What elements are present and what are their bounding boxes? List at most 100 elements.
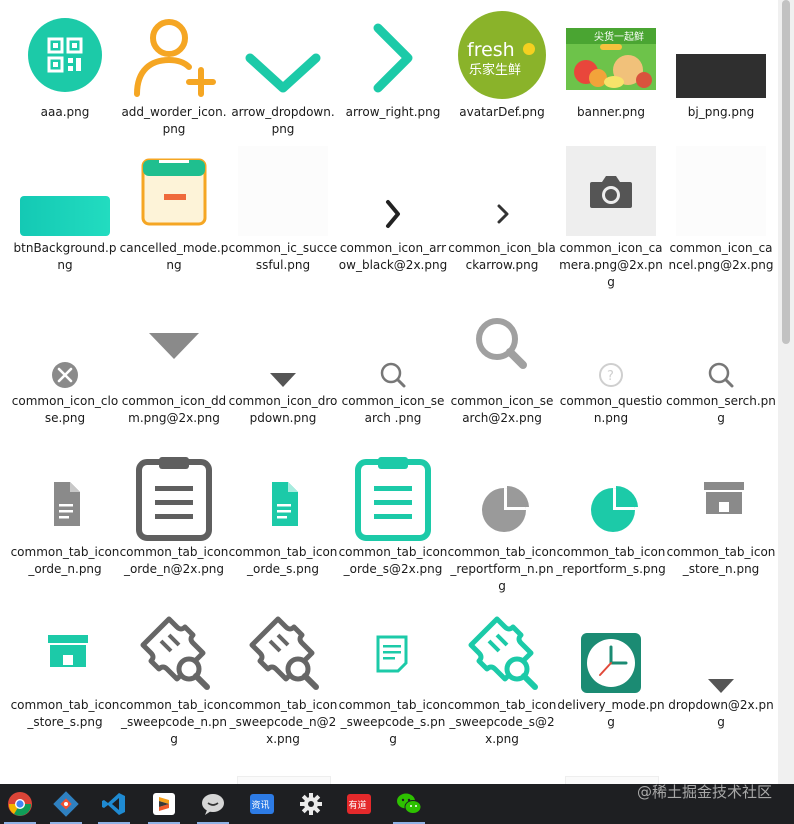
wechat-app-button[interactable] bbox=[389, 788, 429, 824]
news-app-button[interactable]: 资讯 bbox=[242, 788, 282, 820]
file-item[interactable]: common_tab_icon_orde_s@2x.png bbox=[338, 452, 448, 596]
blank-image-icon bbox=[676, 146, 766, 236]
store-gray-icon bbox=[676, 452, 766, 542]
file-item[interactable]: 尖货一起鲜 banner.png bbox=[556, 10, 666, 156]
note-teal-icon bbox=[348, 605, 438, 695]
partial-thumbnail bbox=[237, 776, 331, 784]
ticket-search-gray-icon bbox=[238, 605, 328, 695]
file-name-label: common_ic_successful.png bbox=[228, 241, 338, 272]
file-item[interactable]: common_icon_camera.png@2x.png bbox=[556, 146, 666, 292]
file-item[interactable]: ? common_question.png bbox=[556, 299, 666, 445]
file-item[interactable]: delivery_mode.png bbox=[556, 605, 666, 749]
chevron-right-tiny-icon bbox=[457, 146, 547, 236]
file-item[interactable]: common_tab_icon_orde_n.png bbox=[10, 452, 120, 596]
calendar-cancel-icon bbox=[129, 146, 219, 236]
triangle-down-icon bbox=[129, 299, 219, 389]
file-item[interactable]: common_icon_close.png bbox=[10, 299, 120, 445]
file-name-label: common_tab_icon_sweepcode_n.png bbox=[119, 698, 229, 746]
file-item[interactable]: arrow_dropdown.png bbox=[228, 10, 338, 156]
file-name-label: bj_png.png bbox=[687, 105, 755, 119]
file-item[interactable]: common_tab_icon_sweepcode_s.png bbox=[338, 605, 448, 749]
file-item[interactable]: common_icon_search .png bbox=[338, 299, 448, 445]
triangle-down-small-icon bbox=[238, 299, 328, 389]
file-item[interactable]: common_icon_search@2x.png bbox=[447, 299, 557, 445]
file-item[interactable]: common_ic_successful.png bbox=[228, 146, 338, 292]
vertical-scrollbar[interactable] bbox=[778, 0, 794, 784]
camera-icon bbox=[566, 146, 656, 236]
ticket-search-teal-icon bbox=[457, 605, 547, 695]
pie-chart-gray-icon bbox=[457, 452, 547, 542]
chat-app-button[interactable] bbox=[193, 788, 233, 824]
git-app-button[interactable] bbox=[46, 788, 86, 824]
file-item[interactable]: common_serch.png bbox=[666, 299, 776, 445]
add-user-icon bbox=[129, 10, 219, 100]
vscode-app-button[interactable] bbox=[94, 788, 134, 824]
file-item[interactable]: common_tab_icon_orde_n@2x.png bbox=[119, 452, 229, 596]
file-name-label: common_tab_icon_orde_s@2x.png bbox=[338, 545, 448, 576]
file-item[interactable]: arrow_right.png bbox=[338, 10, 448, 156]
youdao-icon: 有道 bbox=[346, 791, 372, 817]
clock-icon bbox=[566, 605, 656, 695]
ticket-search-gray-icon bbox=[129, 605, 219, 695]
svg-text:fresh: fresh bbox=[467, 39, 515, 61]
file-name-label: common_icon_search .png bbox=[341, 394, 445, 425]
document-teal-icon bbox=[238, 452, 328, 542]
file-name-label: cancelled_mode.png bbox=[119, 241, 229, 272]
svg-text:资讯: 资讯 bbox=[252, 800, 270, 811]
document-gray-icon bbox=[20, 452, 110, 542]
file-item[interactable]: common_tab_icon_sweepcode_n@2x.png bbox=[228, 605, 338, 749]
file-item[interactable]: common_tab_icon_sweepcode_n.png bbox=[119, 605, 229, 749]
file-item[interactable]: common_tab_icon_store_n.png bbox=[666, 452, 776, 596]
file-item[interactable]: btnBackground.png bbox=[10, 146, 120, 292]
file-item[interactable]: common_icon_dropdown.png bbox=[228, 299, 338, 445]
svg-text:尖货一起鲜: 尖货一起鲜 bbox=[594, 30, 644, 43]
sublime-app-button[interactable] bbox=[144, 788, 184, 824]
settings-app-button[interactable] bbox=[291, 788, 331, 820]
vscode-icon bbox=[101, 791, 127, 817]
dark-bar-icon bbox=[676, 10, 766, 100]
file-item[interactable]: dropdown@2x.png bbox=[666, 605, 776, 749]
scrollbar-thumb[interactable] bbox=[782, 0, 790, 344]
pie-chart-teal-icon bbox=[566, 452, 656, 542]
file-item[interactable]: fresh 乐家生鲜 avatarDef.png bbox=[447, 10, 557, 156]
chrome-app-button[interactable] bbox=[0, 788, 40, 824]
file-item[interactable]: common_icon_blackarrow.png bbox=[447, 146, 557, 292]
file-name-label: common_tab_icon_store_n.png bbox=[666, 545, 776, 576]
file-name-label: common_tab_icon_reportform_s.png bbox=[556, 545, 666, 576]
file-name-label: common_tab_icon_orde_n@2x.png bbox=[119, 545, 229, 576]
file-name-label: banner.png bbox=[576, 105, 646, 119]
file-name-label: common_tab_icon_sweepcode_s@2x.png bbox=[447, 698, 557, 746]
file-name-label: common_tab_icon_orde_n.png bbox=[10, 545, 120, 576]
close-circle-icon bbox=[20, 299, 110, 389]
sublime-icon bbox=[151, 791, 177, 817]
chat-bubble-icon bbox=[200, 791, 226, 817]
chevron-down-icon bbox=[238, 10, 328, 100]
file-item[interactable]: common_icon_cancel.png@2x.png bbox=[666, 146, 776, 292]
file-item[interactable]: common_tab_icon_orde_s.png bbox=[228, 452, 338, 596]
file-item[interactable]: common_tab_icon_sweepcode_s@2x.png bbox=[447, 605, 557, 749]
file-item[interactable]: common_icon_ddm.png@2x.png bbox=[119, 299, 229, 445]
file-item[interactable]: aaa.png bbox=[10, 10, 120, 156]
clipboard-teal-icon bbox=[348, 452, 438, 542]
file-item[interactable]: common_tab_icon_reportform_n.png bbox=[447, 452, 557, 596]
youdao-app-button[interactable]: 有道 bbox=[339, 788, 379, 820]
file-name-label: common_icon_camera.png@2x.png bbox=[559, 241, 663, 289]
file-item[interactable]: common_icon_arrow_black@2x.png bbox=[338, 146, 448, 292]
file-name-label: aaa.png bbox=[40, 105, 90, 119]
file-item[interactable]: common_tab_icon_reportform_s.png bbox=[556, 452, 666, 596]
file-name-label: btnBackground.png bbox=[13, 241, 117, 272]
file-name-label: common_serch.png bbox=[666, 394, 776, 425]
file-name-label: common_icon_arrow_black@2x.png bbox=[338, 241, 448, 272]
file-name-label: common_icon_search@2x.png bbox=[450, 394, 554, 425]
file-name-label: dropdown@2x.png bbox=[668, 698, 774, 729]
file-item[interactable]: add_worder_icon.png bbox=[119, 10, 229, 156]
fresh-logo-icon: fresh 乐家生鲜 bbox=[457, 10, 547, 100]
file-grid: aaa.png add_worder_icon.png arrow_dropdown… bbox=[0, 0, 778, 784]
file-name-label: common_question.png bbox=[559, 394, 663, 425]
search-icon bbox=[457, 299, 547, 389]
file-item[interactable]: common_tab_icon_store_s.png bbox=[10, 605, 120, 749]
file-name-label: common_icon_dropdown.png bbox=[228, 394, 338, 425]
search-small-icon bbox=[348, 299, 438, 389]
file-item[interactable]: bj_png.png bbox=[666, 10, 776, 156]
file-item[interactable]: cancelled_mode.png bbox=[119, 146, 229, 292]
